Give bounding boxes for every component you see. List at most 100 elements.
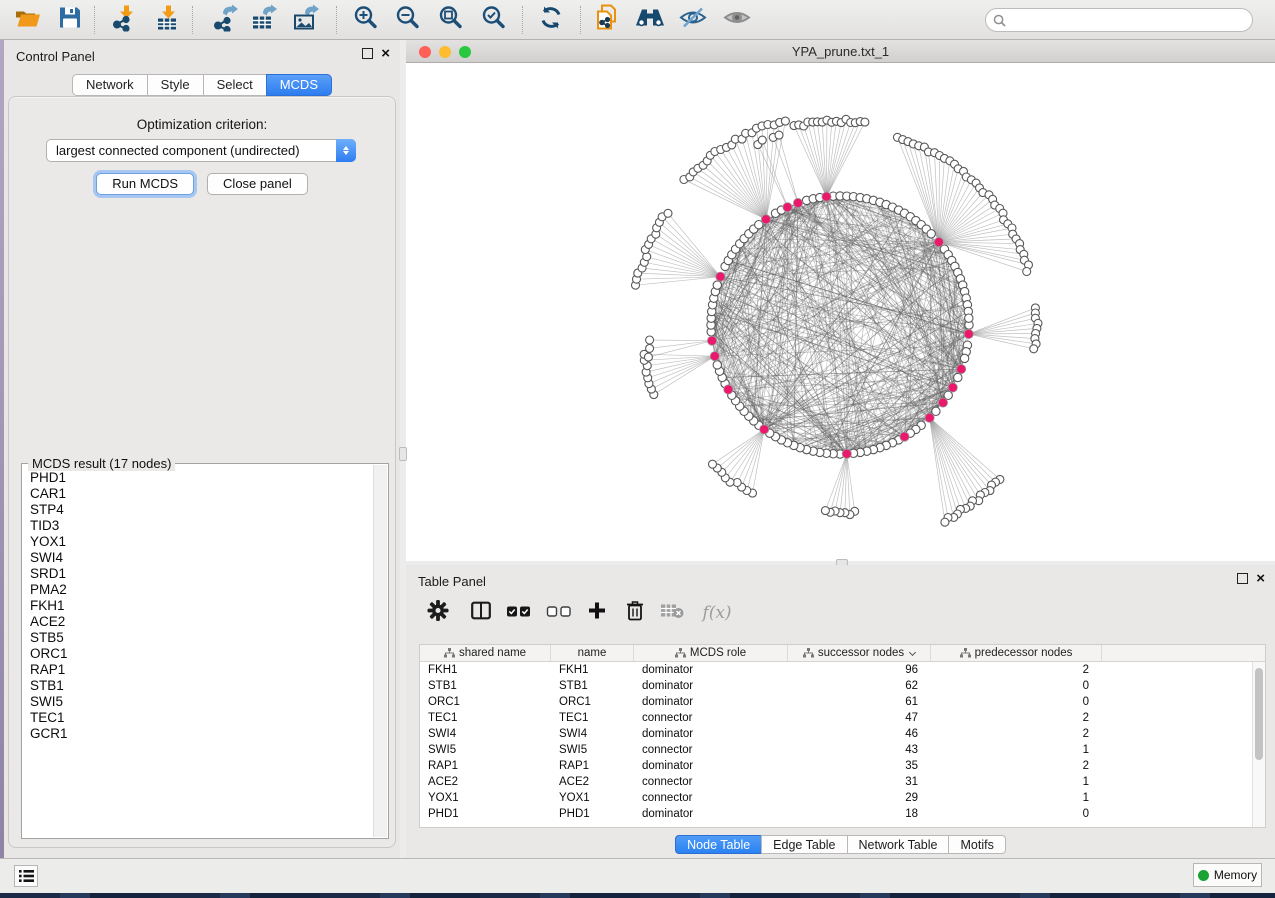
mcds-node-item[interactable]: STB1	[30, 678, 373, 694]
table-row[interactable]: RAP1RAP1dominator352	[420, 758, 1252, 774]
table-row[interactable]: STB1STB1dominator620	[420, 678, 1252, 694]
cell-predecessor-nodes[interactable]: 2	[931, 726, 1102, 742]
zoom-selected-icon[interactable]	[481, 4, 507, 35]
tab-network[interactable]: Network	[72, 74, 148, 96]
float-panel-icon[interactable]	[362, 48, 373, 59]
leaf-node[interactable]	[758, 136, 766, 144]
mcds-hub-node[interactable]	[716, 272, 725, 281]
zoom-out-icon[interactable]	[395, 4, 421, 35]
mcds-hub-node[interactable]	[761, 215, 770, 224]
leaf-node[interactable]	[821, 507, 829, 515]
ring-node[interactable]	[713, 361, 721, 369]
network-titlebar[interactable]: YPA_prune.txt_1	[406, 40, 1275, 63]
leaf-node[interactable]	[941, 518, 949, 526]
mcds-node-item[interactable]: TID3	[30, 518, 373, 534]
cell-predecessor-nodes[interactable]: 0	[931, 678, 1102, 694]
table-row[interactable]: ORC1ORC1dominator610	[420, 694, 1252, 710]
delete-trash-icon[interactable]	[625, 600, 645, 627]
cell-successor-nodes[interactable]: 31	[788, 774, 931, 790]
hide-selected-eye-icon[interactable]	[678, 5, 708, 34]
tab-mcds[interactable]: MCDS	[266, 74, 332, 96]
cell-successor-nodes[interactable]: 96	[788, 662, 931, 678]
cell-MCDS-role[interactable]: connector	[634, 710, 788, 726]
table-row[interactable]: PHD1PHD1dominator180	[420, 806, 1252, 822]
mcds-hub-node[interactable]	[925, 413, 934, 422]
settings-gear-icon[interactable]	[428, 600, 449, 626]
leaf-node[interactable]	[1030, 345, 1038, 353]
table-row[interactable]: YOX1YOX1connector291	[420, 790, 1252, 806]
cell-name[interactable]: RAP1	[551, 758, 634, 774]
cell-shared-name[interactable]: ACE2	[420, 774, 551, 790]
export-network-icon[interactable]	[211, 3, 241, 36]
mcds-node-item[interactable]: RAP1	[30, 662, 373, 678]
cell-predecessor-nodes[interactable]: 2	[931, 710, 1102, 726]
cell-successor-nodes[interactable]: 61	[788, 694, 931, 710]
mcds-hub-node[interactable]	[710, 352, 719, 361]
mcds-node-item[interactable]: STB5	[30, 630, 373, 646]
cell-successor-nodes[interactable]: 47	[788, 710, 931, 726]
table-scrollbar-thumb[interactable]	[1255, 668, 1263, 760]
column-header-MCDS-role[interactable]: MCDS role	[634, 645, 788, 661]
clone-network-icon[interactable]	[593, 2, 621, 37]
save-session-icon[interactable]	[58, 5, 82, 34]
export-table-icon[interactable]	[249, 3, 279, 36]
network-canvas[interactable]	[406, 63, 1275, 561]
cell-predecessor-nodes[interactable]: 1	[931, 742, 1102, 758]
cell-predecessor-nodes[interactable]: 2	[931, 758, 1102, 774]
mcds-hub-node[interactable]	[948, 383, 957, 392]
mcds-node-item[interactable]: GCR1	[30, 726, 373, 742]
show-all-eye-icon[interactable]	[722, 5, 752, 34]
cell-shared-name[interactable]: STB1	[420, 678, 551, 694]
leaf-node[interactable]	[861, 118, 869, 126]
mcds-node-item[interactable]: PHD1	[30, 470, 373, 486]
cell-successor-nodes[interactable]: 46	[788, 726, 931, 742]
mcds-hub-node[interactable]	[842, 449, 851, 458]
ring-node[interactable]	[954, 373, 962, 381]
mcds-result-list[interactable]: PHD1CAR1STP4TID3YOX1SWI4SRD1PMA2FKH1ACE2…	[23, 470, 373, 837]
table-row[interactable]: FKH1FKH1dominator962	[420, 662, 1252, 678]
table-row[interactable]: TEC1TEC1connector472	[420, 710, 1252, 726]
zoom-fit-icon[interactable]	[438, 4, 464, 35]
table-scrollbar[interactable]	[1252, 662, 1265, 827]
cell-name[interactable]: SWI5	[551, 742, 634, 758]
mcds-hub-node[interactable]	[900, 432, 909, 441]
cell-predecessor-nodes[interactable]: 2	[931, 662, 1102, 678]
cell-name[interactable]: PHD1	[551, 806, 634, 822]
mcds-hub-node[interactable]	[783, 203, 792, 212]
ring-node[interactable]	[960, 354, 968, 362]
cell-predecessor-nodes[interactable]: 1	[931, 774, 1102, 790]
leaf-node[interactable]	[664, 209, 672, 217]
search-box[interactable]	[985, 8, 1253, 32]
binoculars-icon[interactable]	[634, 5, 666, 34]
ring-node[interactable]	[713, 281, 721, 289]
cell-shared-name[interactable]: RAP1	[420, 758, 551, 774]
cell-shared-name[interactable]: FKH1	[420, 662, 551, 678]
optimization-criterion-select[interactable]: largest connected component (undirected)	[46, 139, 356, 162]
cell-MCDS-role[interactable]: dominator	[634, 806, 788, 822]
memory-button[interactable]: Memory	[1193, 863, 1262, 887]
tab-network-table[interactable]: Network Table	[847, 835, 950, 854]
leaf-node[interactable]	[646, 336, 654, 344]
close-panel-icon[interactable]: ×	[381, 48, 390, 59]
cell-name[interactable]: SWI4	[551, 726, 634, 742]
mcds-hub-node[interactable]	[822, 192, 831, 201]
cell-MCDS-role[interactable]: dominator	[634, 758, 788, 774]
zoom-in-icon[interactable]	[353, 4, 379, 35]
leaf-node[interactable]	[775, 131, 783, 139]
cell-predecessor-nodes[interactable]: 0	[931, 694, 1102, 710]
mcds-node-item[interactable]: PMA2	[30, 582, 373, 598]
cell-successor-nodes[interactable]: 18	[788, 806, 931, 822]
mcds-hub-node[interactable]	[934, 238, 943, 247]
import-network-icon[interactable]	[111, 3, 139, 36]
column-header-successor-nodes[interactable]: successor nodes	[788, 645, 931, 661]
tab-style[interactable]: Style	[147, 74, 204, 96]
cell-MCDS-role[interactable]: dominator	[634, 726, 788, 742]
mcds-hub-node[interactable]	[793, 198, 802, 207]
close-table-panel-icon[interactable]: ×	[1256, 573, 1265, 584]
cell-name[interactable]: TEC1	[551, 710, 634, 726]
cell-shared-name[interactable]: PHD1	[420, 806, 551, 822]
mcds-node-item[interactable]: SWI5	[30, 694, 373, 710]
table-row[interactable]: ACE2ACE2connector311	[420, 774, 1252, 790]
column-header-name[interactable]: name	[551, 645, 634, 661]
cell-name[interactable]: ORC1	[551, 694, 634, 710]
